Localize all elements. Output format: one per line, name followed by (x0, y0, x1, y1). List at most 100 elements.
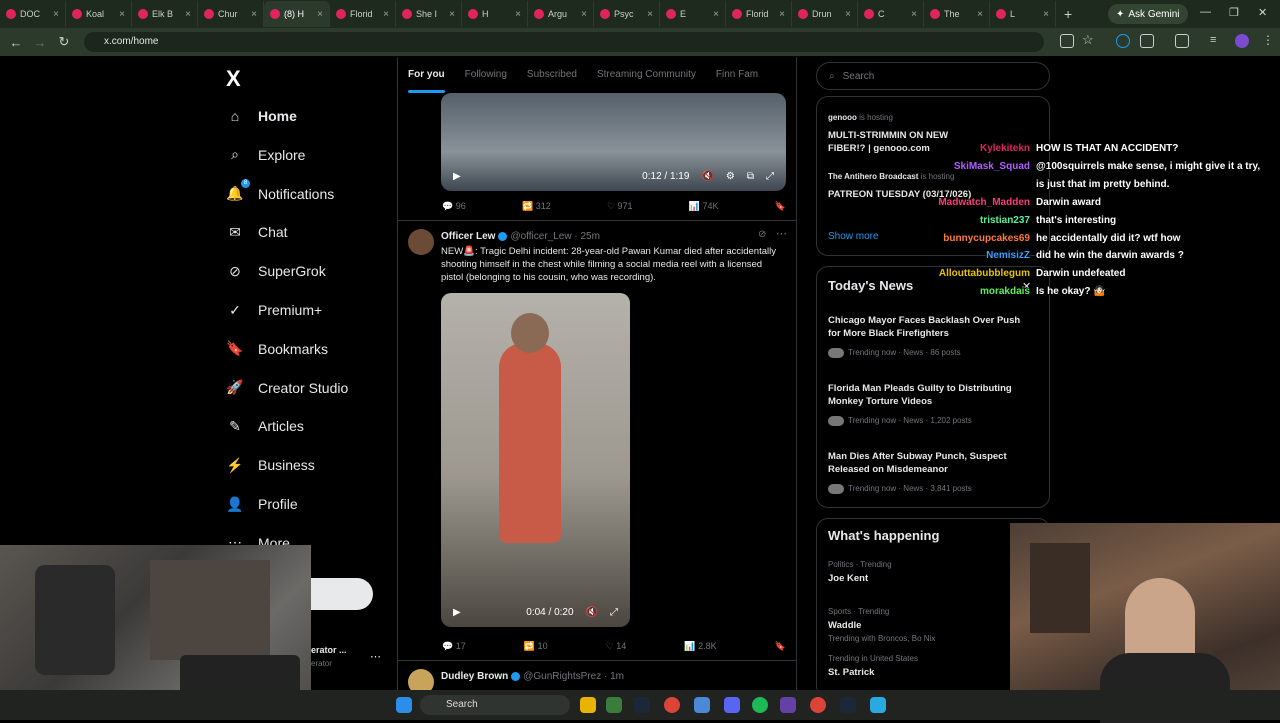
chat-username[interactable]: tristian237 (980, 215, 1030, 226)
new-tab-button[interactable]: + (1056, 6, 1080, 22)
tweet-author[interactable]: Dudley Brown (441, 671, 508, 682)
close-tab-icon[interactable]: × (449, 9, 455, 20)
install-icon[interactable] (1060, 34, 1074, 48)
chrome-icon[interactable] (810, 697, 826, 713)
browser-tab[interactable]: Psyc × (594, 1, 660, 27)
chat-username[interactable]: morakdais (980, 286, 1030, 297)
news-item-title[interactable]: Chicago Mayor Faces Backlash Over Push f… (828, 314, 1033, 340)
sidebar-item-creator-studio[interactable]: 🚀 Creator Studio (226, 376, 348, 400)
trend-name[interactable]: Joe Kent (828, 572, 868, 585)
sidebar-item-bookmarks[interactable]: 🔖 Bookmarks (226, 337, 328, 361)
back-icon[interactable]: ← (4, 35, 28, 50)
browser-tab[interactable]: L × (990, 1, 1056, 27)
ask-gemini-button[interactable]: ✦ Ask Gemini (1108, 4, 1188, 24)
feed-tab[interactable]: Streaming Community (587, 57, 706, 93)
account-name[interactable]: erator ... (311, 645, 347, 655)
app-icon[interactable] (870, 697, 886, 713)
repost-button[interactable]: 🔁 10 (524, 641, 548, 652)
browser-tab[interactable]: Chur × (198, 1, 264, 27)
trend-name[interactable]: Waddle (828, 619, 861, 632)
trend-extra[interactable]: Trending with Broncos, Bo Nix (828, 634, 935, 643)
mute-icon[interactable]: 🔇 (586, 607, 598, 618)
close-window-button[interactable]: ✕ (1258, 6, 1267, 19)
taskbar-search[interactable]: Search (420, 695, 570, 715)
forward-icon[interactable]: → (28, 35, 52, 50)
browser-tab[interactable]: The × (924, 1, 990, 27)
feed-tab[interactable]: For you (398, 57, 455, 93)
browser-tab[interactable]: H × (462, 1, 528, 27)
close-tab-icon[interactable]: × (647, 9, 653, 20)
live-host[interactable]: genooo is hosting (828, 113, 893, 122)
browser-tab[interactable]: She I × (396, 1, 462, 27)
feed-tab[interactable]: Subscribed (517, 57, 587, 93)
sidebar-item-home[interactable]: ⌂ Home (226, 104, 297, 128)
browser-tab[interactable]: C × (858, 1, 924, 27)
close-tab-icon[interactable]: × (1043, 9, 1049, 20)
close-tab-icon[interactable]: × (713, 9, 719, 20)
app-icon[interactable] (780, 697, 796, 713)
windows-start-icon[interactable] (396, 697, 412, 713)
post-button[interactable] (311, 578, 373, 610)
feed-tab[interactable]: Finn Fam (706, 57, 768, 93)
browser-tab[interactable]: E × (660, 1, 726, 27)
trend-name[interactable]: St. Patrick (828, 666, 874, 679)
close-tab-icon[interactable]: × (515, 9, 521, 20)
minimize-button[interactable]: — (1200, 6, 1211, 18)
chat-username[interactable]: Allouttabubblegum (939, 268, 1030, 279)
file-explorer-icon[interactable] (580, 697, 596, 713)
feed-tab[interactable]: Following (455, 57, 517, 93)
browser-tab[interactable]: (8) H × (264, 1, 330, 27)
close-tab-icon[interactable]: × (977, 9, 983, 20)
spotify-icon[interactable] (752, 697, 768, 713)
discord-icon[interactable] (724, 697, 740, 713)
close-tab-icon[interactable]: × (845, 9, 851, 20)
browser-tab[interactable]: DOC × (0, 1, 66, 27)
browser-tab[interactable]: Drun × (792, 1, 858, 27)
browser-tab[interactable]: Florid × (330, 1, 396, 27)
x-logo[interactable]: X (226, 66, 241, 92)
reload-icon[interactable]: ↻ (52, 34, 76, 50)
news-item-title[interactable]: Florida Man Pleads Guilty to Distributin… (828, 382, 1033, 408)
close-tab-icon[interactable]: × (119, 9, 125, 20)
sidebar-item-profile[interactable]: 👤 Profile (226, 492, 297, 516)
tweet-handle[interactable]: @GunRightsPrez · 1m (523, 671, 624, 682)
bookmark-button[interactable]: 🔖 (775, 641, 786, 652)
close-tab-icon[interactable]: × (53, 9, 59, 20)
reply-button[interactable]: 💬 17 (442, 641, 466, 652)
extensions-puzzle-icon[interactable] (1140, 34, 1154, 48)
browser-tab[interactable]: Koal × (66, 1, 132, 27)
app-icon[interactable] (694, 697, 710, 713)
browser-tab[interactable]: Argu × (528, 1, 594, 27)
like-button[interactable]: ♡ 14 (606, 641, 627, 652)
sidepanel-icon[interactable] (1175, 34, 1189, 48)
chat-username[interactable]: Madwatch_Madden (938, 197, 1030, 208)
close-tab-icon[interactable]: × (251, 9, 257, 20)
sidebar-item-articles[interactable]: ✎ Articles (226, 414, 304, 438)
account-more-icon[interactable]: ⋯ (370, 650, 381, 663)
steam-icon[interactable] (634, 697, 650, 713)
maximize-button[interactable]: ❐ (1229, 6, 1239, 19)
play-icon[interactable]: ▶ (453, 607, 461, 618)
browser-tab[interactable]: Florid × (726, 1, 792, 27)
close-tab-icon[interactable]: × (185, 9, 191, 20)
chat-username[interactable]: bunnycupcakes69 (943, 233, 1030, 244)
extension-icon[interactable] (1116, 34, 1130, 48)
sidebar-item-business[interactable]: ⚡ Business (226, 453, 315, 477)
steam-icon[interactable] (840, 697, 856, 713)
close-tab-icon[interactable]: × (779, 9, 785, 20)
url-field[interactable]: x.com/home (84, 32, 1044, 52)
app-icon[interactable] (606, 697, 622, 713)
star-icon[interactable]: ☆ (1082, 32, 1096, 47)
browser-tab[interactable]: Elk B × (132, 1, 198, 27)
chrome-icon[interactable] (664, 697, 680, 713)
media-icon[interactable]: ≡ (1210, 34, 1224, 48)
chat-username[interactable]: Kylekitekn (980, 143, 1030, 154)
profile-avatar-icon[interactable] (1235, 34, 1249, 48)
menu-kebab-icon[interactable]: ⋮ (1262, 33, 1276, 47)
close-tab-icon[interactable]: × (317, 9, 323, 20)
news-item-title[interactable]: Man Dies After Subway Punch, Suspect Rel… (828, 450, 1033, 476)
close-tab-icon[interactable]: × (383, 9, 389, 20)
chat-username[interactable]: NemisizZ (986, 250, 1030, 261)
fullscreen-icon[interactable]: ⤢ (610, 607, 618, 618)
close-tab-icon[interactable]: × (581, 9, 587, 20)
